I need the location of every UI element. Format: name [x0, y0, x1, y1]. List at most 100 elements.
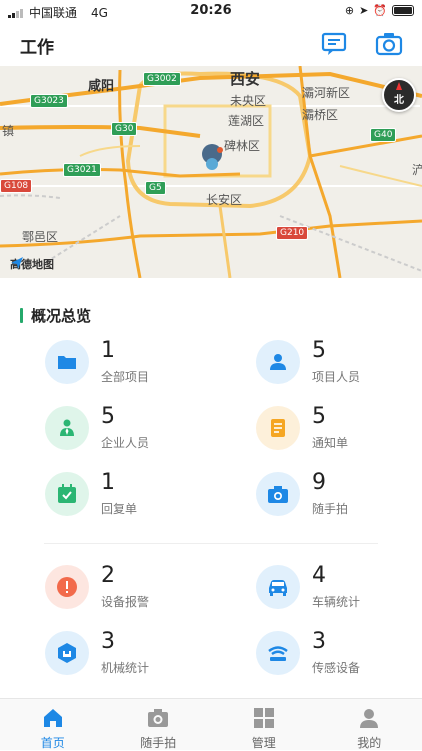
overview-section: 概况总览 1 全部项目 5 项目人员 5 企业人员 5 通知单 1 回复单 9 随手拍 2 设备报警 4 车辆… — [0, 278, 422, 698]
stat-value: 5 — [312, 338, 326, 363]
stat-card-employee[interactable]: 5 企业人员 — [45, 406, 215, 456]
alarm-clock-icon: ⏰ — [373, 4, 387, 17]
map-label-beilin: 碑林区 — [224, 137, 260, 154]
road-shield: G3021 — [63, 163, 101, 177]
tab-snapshot[interactable]: 随手拍 — [106, 699, 212, 750]
map-label-zhen: 镇 — [2, 122, 14, 139]
map-label-huyi: 鄠邑区 — [22, 228, 58, 245]
road-shield: G108 — [0, 179, 32, 193]
stat-card-calendar-check[interactable]: 1 回复单 — [45, 472, 215, 522]
section-title: 概况总览 — [20, 305, 91, 326]
machine-icon-badge — [45, 631, 89, 675]
notice-icon-badge — [256, 406, 300, 450]
rotation-lock-icon: ⊕ — [345, 4, 354, 17]
camera-button[interactable] — [375, 31, 403, 57]
battery-icon — [392, 5, 414, 16]
stat-card-sensor[interactable]: 3 传感设备 — [256, 631, 422, 681]
tab-profile[interactable]: 我的 — [317, 699, 422, 750]
location-icon: ➤ — [359, 4, 368, 17]
map-label-xianyang: 咸阳 — [88, 75, 114, 94]
camera-icon — [266, 482, 290, 506]
camera-icon — [375, 31, 403, 57]
page-title: 工作 — [20, 33, 54, 58]
stat-value: 1 — [101, 338, 115, 363]
calendar-check-icon-badge — [45, 472, 89, 516]
compass-label: 北 — [384, 91, 414, 106]
message-icon — [320, 31, 348, 57]
stat-value: 3 — [312, 629, 326, 654]
sensor-icon-badge — [256, 631, 300, 675]
road-shield: G3002 — [143, 72, 181, 86]
machine-icon — [55, 641, 79, 665]
section-title-text: 概况总览 — [31, 305, 91, 326]
user-icon — [358, 707, 380, 729]
stat-card-person[interactable]: 5 项目人员 — [256, 340, 422, 390]
header: 工作 — [0, 22, 422, 66]
camera-icon — [147, 707, 169, 729]
status-bar: 中国联通 4G 20:26 ⊕ ➤ ⏰ — [0, 0, 422, 22]
amap-logo-icon — [10, 256, 24, 270]
message-button[interactable] — [320, 31, 348, 57]
tab-label: 管理 — [211, 734, 317, 751]
section-accent-bar — [20, 308, 23, 323]
employee-icon-badge — [45, 406, 89, 450]
compass-needle-icon — [396, 82, 402, 90]
compass-button[interactable]: 北 — [382, 78, 416, 112]
road-shield: G40 — [370, 128, 396, 142]
stat-label: 机械统计 — [101, 659, 149, 676]
stat-label: 通知单 — [312, 434, 348, 451]
map-label-chan: 浐 — [412, 161, 422, 178]
stat-card-camera[interactable]: 9 随手拍 — [256, 472, 422, 522]
stat-label: 回复单 — [101, 500, 137, 517]
stat-card-alarm[interactable]: 2 设备报警 — [45, 565, 215, 615]
map-label-baqiao: 灞桥区 — [302, 106, 338, 123]
stat-label: 随手拍 — [312, 500, 348, 517]
camera-icon-badge — [256, 472, 300, 516]
sensor-icon — [266, 641, 290, 665]
road-shield: G5 — [145, 181, 166, 195]
map-label-changan: 长安区 — [206, 191, 242, 208]
stat-card-notice[interactable]: 5 通知单 — [256, 406, 422, 456]
stat-value: 4 — [312, 563, 326, 588]
employee-icon — [55, 416, 79, 440]
stat-value: 1 — [101, 470, 115, 495]
stat-card-folder[interactable]: 1 全部项目 — [45, 340, 215, 390]
grid-icon — [253, 707, 275, 729]
folder-icon-badge — [45, 340, 89, 384]
tab-bar: 首页 随手拍 管理 我的 — [0, 698, 422, 750]
stat-value: 2 — [101, 563, 115, 588]
stat-value: 3 — [101, 629, 115, 654]
person-icon — [266, 350, 290, 374]
folder-icon — [55, 350, 79, 374]
stat-label: 车辆统计 — [312, 593, 360, 610]
stat-label: 设备报警 — [101, 593, 149, 610]
tab-manage[interactable]: 管理 — [211, 699, 317, 750]
stat-value: 5 — [312, 404, 326, 429]
tab-label: 随手拍 — [106, 734, 212, 751]
road-shield: G3023 — [30, 94, 68, 108]
stat-value: 5 — [101, 404, 115, 429]
map-label-xian: 西安 — [230, 68, 260, 89]
tab-home[interactable]: 首页 — [0, 699, 106, 750]
alarm-icon — [55, 575, 79, 599]
stat-label: 全部项目 — [101, 368, 149, 385]
person-icon-badge — [256, 340, 300, 384]
notice-icon — [266, 416, 290, 440]
road-shield: G210 — [276, 226, 308, 240]
road-shield: G30 — [111, 122, 137, 136]
stat-label: 传感设备 — [312, 659, 360, 676]
stat-value: 9 — [312, 470, 326, 495]
map-label-chanba: 灞河新区 — [302, 84, 350, 101]
alarm-icon-badge — [45, 565, 89, 609]
calendar-check-icon — [55, 482, 79, 506]
map-label-weiyang: 未央区 — [230, 92, 266, 109]
stat-card-machine[interactable]: 3 机械统计 — [45, 631, 215, 681]
stat-card-car[interactable]: 4 车辆统计 — [256, 565, 422, 615]
car-icon — [266, 575, 290, 599]
stat-label: 企业人员 — [101, 434, 149, 451]
home-icon — [42, 707, 64, 729]
stat-label: 项目人员 — [312, 368, 360, 385]
map-view[interactable]: 西安 咸阳 未央区 莲湖区 碑林区 灞河新区 灞桥区 长安区 鄠邑区 镇 浐 G… — [0, 66, 422, 278]
divider — [44, 543, 378, 544]
map-logo: 高德地图 — [10, 256, 54, 272]
